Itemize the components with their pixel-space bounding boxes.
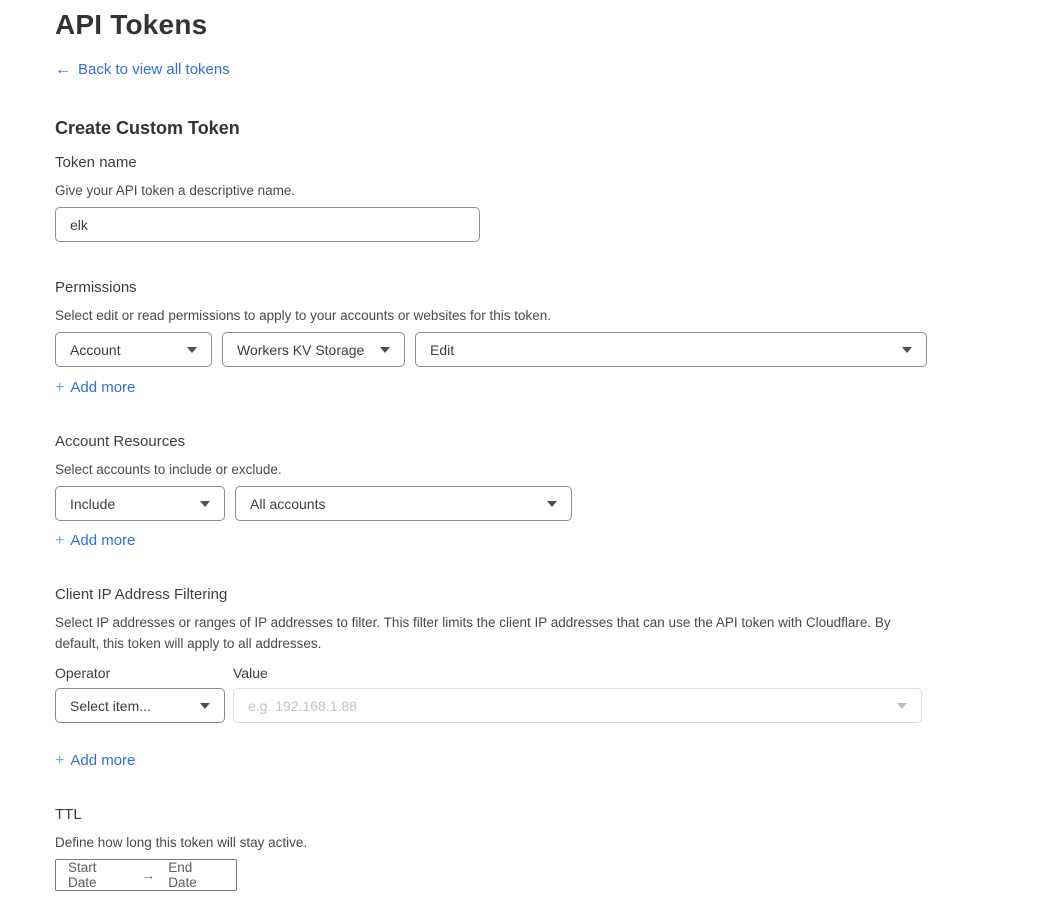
create-custom-token-heading: Create Custom Token bbox=[55, 117, 1043, 139]
caret-down-icon bbox=[187, 347, 197, 353]
caret-down-icon bbox=[200, 501, 210, 507]
add-more-account-resources-link[interactable]: + Add more bbox=[55, 531, 135, 551]
permissions-label: Permissions bbox=[55, 278, 1043, 298]
permission-scope-select[interactable]: Account bbox=[55, 332, 212, 367]
start-date-label: Start Date bbox=[68, 860, 128, 890]
plus-icon: + bbox=[55, 378, 64, 398]
account-resources-help: Select accounts to include or exclude. bbox=[55, 459, 915, 480]
date-range-picker[interactable]: Start Date → End Date bbox=[55, 859, 237, 891]
permissions-help: Select edit or read permissions to apply… bbox=[55, 305, 915, 326]
accounts-select[interactable]: All accounts bbox=[235, 486, 572, 521]
ttl-help: Define how long this token will stay act… bbox=[55, 832, 915, 853]
back-link[interactable]: ← Back to view all tokens bbox=[55, 61, 230, 79]
add-more-label: Add more bbox=[70, 531, 135, 551]
ip-filter-column-labels: Operator Value bbox=[55, 664, 1043, 682]
ip-value-combobox[interactable] bbox=[233, 688, 922, 723]
add-more-permissions-link[interactable]: + Add more bbox=[55, 378, 135, 398]
add-more-ip-link[interactable]: + Add more bbox=[55, 751, 135, 771]
add-more-label: Add more bbox=[70, 378, 135, 398]
caret-down-icon bbox=[200, 703, 210, 709]
permission-resource-value: Workers KV Storage bbox=[237, 342, 364, 358]
include-mode-select[interactable]: Include bbox=[55, 486, 225, 521]
caret-down-icon bbox=[897, 703, 907, 709]
ip-filtering-label: Client IP Address Filtering bbox=[55, 585, 1043, 605]
end-date-label: End Date bbox=[168, 860, 224, 890]
operator-label: Operator bbox=[55, 664, 233, 682]
ip-filter-row: Select item... bbox=[55, 688, 1043, 723]
ip-value-input[interactable] bbox=[248, 698, 887, 714]
account-resources-label: Account Resources bbox=[55, 432, 1043, 452]
permission-resource-select[interactable]: Workers KV Storage bbox=[222, 332, 405, 367]
permission-scope-value: Account bbox=[70, 342, 121, 358]
arrow-right-icon: → bbox=[141, 867, 155, 883]
permissions-row: Account Workers KV Storage Edit bbox=[55, 332, 1043, 367]
token-name-label: Token name bbox=[55, 153, 1043, 173]
ip-filtering-help: Select IP addresses or ranges of IP addr… bbox=[55, 612, 915, 654]
add-more-label: Add more bbox=[70, 751, 135, 771]
account-resources-row: Include All accounts bbox=[55, 486, 1043, 521]
back-link-label: Back to view all tokens bbox=[78, 61, 230, 79]
page-title: API Tokens bbox=[55, 6, 1043, 44]
token-name-help: Give your API token a descriptive name. bbox=[55, 180, 915, 201]
ip-operator-value: Select item... bbox=[70, 698, 151, 714]
caret-down-icon bbox=[380, 347, 390, 353]
api-tokens-page: API Tokens ← Back to view all tokens Cre… bbox=[0, 0, 1043, 891]
arrow-left-icon: ← bbox=[55, 61, 71, 79]
permission-access-value: Edit bbox=[430, 342, 454, 358]
accounts-value: All accounts bbox=[250, 496, 325, 512]
plus-icon: + bbox=[55, 751, 64, 771]
caret-down-icon bbox=[547, 501, 557, 507]
token-name-input[interactable] bbox=[55, 207, 480, 242]
ip-operator-select[interactable]: Select item... bbox=[55, 688, 225, 723]
permission-access-select[interactable]: Edit bbox=[415, 332, 927, 367]
value-label: Value bbox=[233, 664, 268, 682]
ttl-label: TTL bbox=[55, 805, 1043, 825]
plus-icon: + bbox=[55, 531, 64, 551]
caret-down-icon bbox=[902, 347, 912, 353]
include-mode-value: Include bbox=[70, 496, 115, 512]
